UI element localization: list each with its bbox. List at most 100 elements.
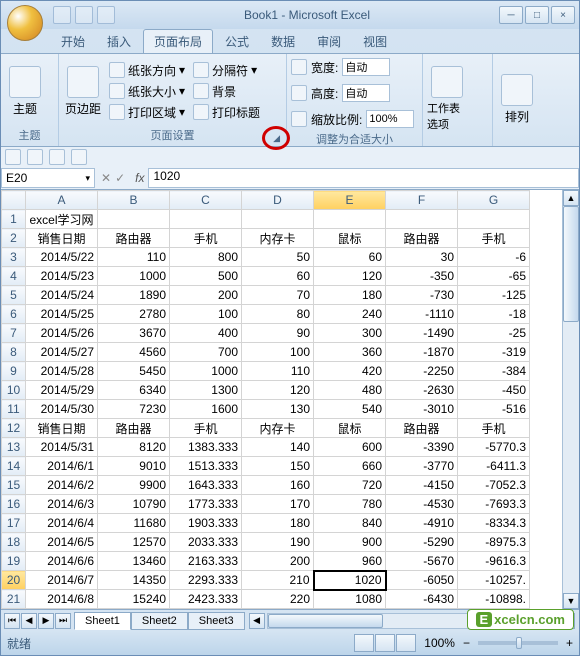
sheet-nav-prev-icon[interactable]: ◀ [21, 613, 37, 629]
cell[interactable]: 110 [242, 362, 314, 381]
row-header[interactable]: 10 [2, 381, 26, 400]
cell[interactable]: 4560 [98, 343, 170, 362]
tab-data[interactable]: 数据 [261, 30, 305, 53]
cell[interactable]: 9900 [98, 476, 170, 495]
cell[interactable]: -3770 [386, 457, 458, 476]
tab-review[interactable]: 审阅 [307, 30, 351, 53]
cell[interactable]: 840 [314, 514, 386, 533]
cell[interactable]: -4910 [386, 514, 458, 533]
cell[interactable]: 60 [242, 267, 314, 286]
cell[interactable]: 200 [170, 286, 242, 305]
cell[interactable] [242, 210, 314, 229]
tab-home[interactable]: 开始 [51, 30, 95, 53]
cell[interactable]: -5670 [386, 552, 458, 571]
margins-button[interactable]: 页边距 [63, 66, 103, 117]
row-header[interactable]: 16 [2, 495, 26, 514]
zoom-in-icon[interactable]: + [566, 636, 573, 650]
cell[interactable]: 13460 [98, 552, 170, 571]
cell[interactable]: 600 [314, 438, 386, 457]
cancel-formula-icon[interactable]: ✕ [101, 171, 111, 185]
chevron-down-icon[interactable]: ▾ [85, 173, 90, 184]
toolbar-icon[interactable] [49, 149, 65, 165]
cell[interactable]: -5290 [386, 533, 458, 552]
cell[interactable]: 路由器 [98, 419, 170, 438]
cell[interactable]: 2014/6/5 [26, 533, 98, 552]
paper-size-button[interactable]: 纸张大小▾ [107, 82, 187, 101]
cell[interactable] [170, 210, 242, 229]
cell[interactable]: 2014/5/24 [26, 286, 98, 305]
cell[interactable]: -3010 [386, 400, 458, 419]
sheet-tab-2[interactable]: Sheet2 [131, 612, 188, 630]
cell[interactable]: 1903.333 [170, 514, 242, 533]
cell[interactable]: 1000 [98, 267, 170, 286]
cell[interactable]: 2014/5/30 [26, 400, 98, 419]
cell[interactable]: 660 [314, 457, 386, 476]
cell[interactable]: 120 [242, 381, 314, 400]
cell[interactable]: 1890 [98, 286, 170, 305]
cell[interactable]: -125 [458, 286, 530, 305]
cell[interactable]: 3670 [98, 324, 170, 343]
row-header[interactable]: 2 [2, 229, 26, 248]
cell[interactable]: -6430 [386, 590, 458, 609]
cell[interactable] [458, 210, 530, 229]
row-header[interactable]: 7 [2, 324, 26, 343]
row-header[interactable]: 9 [2, 362, 26, 381]
vertical-scrollbar[interactable]: ▲ ▼ [562, 190, 579, 609]
cell[interactable]: 100 [170, 305, 242, 324]
cell[interactable]: -65 [458, 267, 530, 286]
cell[interactable]: 1080 [314, 590, 386, 609]
cell[interactable]: -6 [458, 248, 530, 267]
cell[interactable]: 9010 [98, 457, 170, 476]
tab-page-layout[interactable]: 页面布局 [143, 29, 213, 53]
cell[interactable]: -7693.3 [458, 495, 530, 514]
cell[interactable]: -1110 [386, 305, 458, 324]
cell[interactable]: -2630 [386, 381, 458, 400]
cell[interactable]: 180 [314, 286, 386, 305]
office-button[interactable] [7, 5, 43, 41]
cell[interactable]: 180 [242, 514, 314, 533]
cell[interactable]: 90 [242, 324, 314, 343]
cell[interactable]: -10898. [458, 590, 530, 609]
cell[interactable]: 1020 [314, 571, 386, 590]
cell[interactable]: -1490 [386, 324, 458, 343]
row-header[interactable]: 21 [2, 590, 26, 609]
cell[interactable]: -4530 [386, 495, 458, 514]
cell[interactable]: 销售日期 [26, 419, 98, 438]
cell[interactable]: 780 [314, 495, 386, 514]
cell[interactable]: 1643.333 [170, 476, 242, 495]
cell[interactable]: 2014/5/28 [26, 362, 98, 381]
row-header[interactable]: 11 [2, 400, 26, 419]
cell[interactable]: 2163.333 [170, 552, 242, 571]
cell[interactable]: 420 [314, 362, 386, 381]
cell[interactable]: 5450 [98, 362, 170, 381]
qat-redo-icon[interactable] [97, 6, 115, 24]
print-titles-button[interactable]: 打印标题 [191, 103, 262, 122]
tab-insert[interactable]: 插入 [97, 30, 141, 53]
cell[interactable]: 14350 [98, 571, 170, 590]
cell[interactable]: 100 [242, 343, 314, 362]
row-header[interactable]: 13 [2, 438, 26, 457]
cell[interactable]: 2014/6/1 [26, 457, 98, 476]
cell[interactable]: 2423.333 [170, 590, 242, 609]
arrange-button[interactable]: 排列 [497, 74, 537, 125]
background-button[interactable]: 背景 [191, 82, 262, 101]
tab-view[interactable]: 视图 [353, 30, 397, 53]
vscroll-thumb[interactable] [563, 206, 579, 322]
cell[interactable]: 6340 [98, 381, 170, 400]
cell[interactable]: -8975.3 [458, 533, 530, 552]
page-layout-view-icon[interactable] [375, 634, 395, 652]
cell[interactable]: -6050 [386, 571, 458, 590]
row-header[interactable]: 4 [2, 267, 26, 286]
maximize-button[interactable]: □ [525, 6, 549, 24]
hscroll-thumb[interactable] [268, 614, 383, 628]
cell[interactable]: 120 [314, 267, 386, 286]
cell[interactable]: 2014/6/3 [26, 495, 98, 514]
row-header[interactable]: 18 [2, 533, 26, 552]
cell[interactable]: 2014/5/26 [26, 324, 98, 343]
cell[interactable]: 10790 [98, 495, 170, 514]
cell[interactable]: 80 [242, 305, 314, 324]
column-header[interactable]: D [242, 191, 314, 210]
cell[interactable]: -384 [458, 362, 530, 381]
cell[interactable]: 300 [314, 324, 386, 343]
themes-button[interactable]: 主题 [5, 66, 45, 117]
